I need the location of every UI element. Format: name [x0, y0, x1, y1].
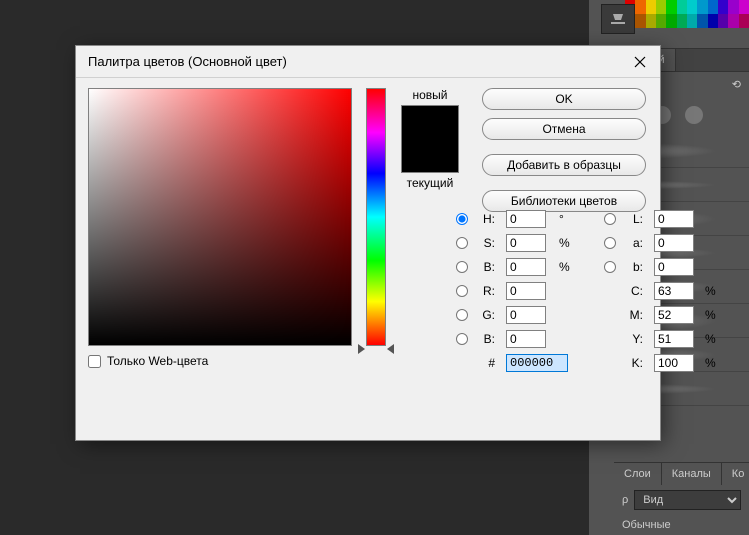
flip-icon[interactable]: ⟲ — [732, 78, 741, 91]
current-label: текущий — [407, 176, 454, 190]
l-input[interactable] — [654, 210, 694, 228]
swatch[interactable] — [677, 14, 687, 28]
paths-tab[interactable]: Ко — [722, 463, 749, 485]
hue-slider-indicator — [387, 344, 394, 354]
hex-prefix: # — [479, 356, 495, 370]
color-preview-new-current[interactable] — [401, 105, 459, 173]
swatch[interactable] — [666, 14, 676, 28]
m-label: M: — [627, 308, 643, 322]
add-to-swatches-button[interactable]: Добавить в образцы — [482, 154, 646, 176]
swatch[interactable] — [677, 0, 687, 14]
h-label: H: — [479, 212, 495, 226]
k-input[interactable] — [654, 354, 694, 372]
lightness-radio[interactable] — [604, 213, 616, 225]
new-label: новый — [412, 88, 447, 102]
hue-radio[interactable] — [456, 213, 468, 225]
a-radio[interactable] — [604, 237, 616, 249]
blend-mode-select[interactable]: Обычные — [614, 515, 749, 535]
hue-slider-indicator — [358, 344, 365, 354]
b-label: B: — [479, 260, 495, 274]
swatch[interactable] — [646, 0, 656, 14]
brush-thumb[interactable] — [685, 106, 703, 124]
hue-strip[interactable] — [366, 88, 386, 346]
c-input[interactable] — [654, 282, 694, 300]
web-colors-checkbox[interactable]: Только Web-цвета — [88, 354, 352, 368]
swatch[interactable] — [728, 0, 738, 14]
y-unit: % — [705, 332, 719, 346]
swatch[interactable] — [687, 0, 697, 14]
saturation-radio[interactable] — [456, 237, 468, 249]
swatch[interactable] — [635, 0, 645, 14]
swatch[interactable] — [697, 14, 707, 28]
h-unit: ° — [559, 212, 573, 226]
m-input[interactable] — [654, 306, 694, 324]
layer-kind-select[interactable]: Вид — [634, 490, 741, 510]
swatch[interactable] — [728, 14, 738, 28]
swatch[interactable] — [646, 14, 656, 28]
k-label: K: — [627, 356, 643, 370]
titlebar: Палитра цветов (Основной цвет) — [76, 46, 660, 78]
dialog-buttons: OK Отмена Добавить в образцы Библиотеки … — [482, 88, 646, 220]
hex-input[interactable] — [506, 354, 568, 372]
swatch[interactable] — [656, 0, 666, 14]
kind-icon: ρ — [622, 494, 628, 506]
swatch[interactable] — [687, 14, 697, 28]
b-unit: % — [559, 260, 573, 274]
close-button[interactable] — [632, 54, 648, 70]
layers-panel: Слои Каналы Ко ρ Вид Обычные — [614, 462, 749, 535]
g-label: G: — [479, 308, 495, 322]
r-input[interactable] — [506, 282, 546, 300]
brightness-radio[interactable] — [456, 261, 468, 273]
channels-tab[interactable]: Каналы — [662, 463, 722, 485]
blue-radio[interactable] — [456, 333, 468, 345]
c-unit: % — [705, 284, 719, 298]
swatch[interactable] — [656, 14, 666, 28]
s-unit: % — [559, 236, 573, 250]
green-radio[interactable] — [456, 309, 468, 321]
swatch[interactable] — [708, 14, 718, 28]
b-input[interactable] — [506, 258, 546, 276]
s-input[interactable] — [506, 234, 546, 252]
swatch[interactable] — [739, 0, 749, 14]
ok-button[interactable]: OK — [482, 88, 646, 110]
k-unit: % — [705, 356, 719, 370]
lab-b-radio[interactable] — [604, 261, 616, 273]
swatch[interactable] — [718, 14, 728, 28]
lab-b-label: b: — [627, 260, 643, 274]
c-label: C: — [627, 284, 643, 298]
s-label: S: — [479, 236, 495, 250]
g-input[interactable] — [506, 306, 546, 324]
saturation-brightness-field[interactable] — [88, 88, 352, 346]
a-input[interactable] — [654, 234, 694, 252]
swatch[interactable] — [718, 0, 728, 14]
swatch[interactable] — [697, 0, 707, 14]
y-label: Y: — [627, 332, 643, 346]
web-colors-input[interactable] — [88, 355, 101, 368]
dialog-title: Палитра цветов (Основной цвет) — [88, 54, 287, 69]
red-radio[interactable] — [456, 285, 468, 297]
rgb-b-label: B: — [479, 332, 495, 346]
y-input[interactable] — [654, 330, 694, 348]
swatch[interactable] — [635, 14, 645, 28]
panel-collapse-icon[interactable] — [601, 4, 635, 34]
color-picker-dialog: Палитра цветов (Основной цвет) Только We… — [76, 46, 660, 440]
cancel-button[interactable]: Отмена — [482, 118, 646, 140]
a-label: a: — [627, 236, 643, 250]
lab-b-input[interactable] — [654, 258, 694, 276]
l-label: L: — [627, 212, 643, 226]
layers-tab[interactable]: Слои — [614, 463, 662, 485]
swatch[interactable] — [708, 0, 718, 14]
r-label: R: — [479, 284, 495, 298]
m-unit: % — [705, 308, 719, 322]
h-input[interactable] — [506, 210, 546, 228]
swatch[interactable] — [666, 0, 676, 14]
swatch[interactable] — [739, 14, 749, 28]
rgb-b-input[interactable] — [506, 330, 546, 348]
